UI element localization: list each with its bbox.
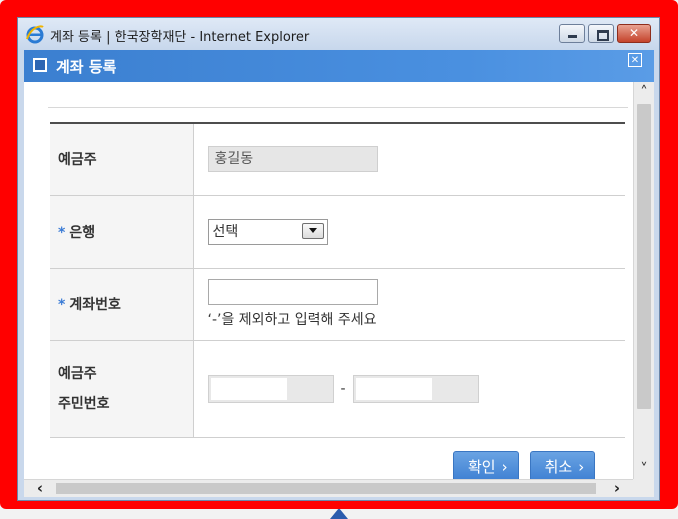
popup-close-icon[interactable]: ✕ (628, 53, 642, 67)
account-number-hint: ‘-’을 제외하고 입력해 주세요 (207, 312, 377, 328)
required-mark: * (58, 224, 66, 241)
chevron-right-icon: › (501, 458, 508, 476)
account-number-label: 계좌번호 (69, 297, 121, 313)
bank-label: 은행 (69, 224, 96, 241)
minimize-button[interactable] (559, 24, 585, 43)
form-row-account-number: * 계좌번호 ‘-’을 제외하고 입력해 주세요 (50, 268, 625, 341)
resident-number-separator: - (340, 380, 346, 397)
divider (48, 107, 628, 108)
scroll-right-icon[interactable]: › (607, 480, 627, 498)
popup-content: 예금주 홍길동 * 은행 선택 * 계좌번호 ‘-’을 제외하고 입력해 주세요… (24, 82, 633, 479)
account-holder-field: 홍길동 (207, 146, 378, 173)
maximize-icon (597, 30, 609, 41)
horizontal-scroll-thumb[interactable] (56, 483, 596, 494)
account-form-table: 예금주 홍길동 * 은행 선택 * 계좌번호 ‘-’을 제외하고 입력해 주세요… (50, 122, 625, 438)
horizontal-scrollbar[interactable]: ‹ › (24, 479, 633, 497)
resident-number-back-input[interactable] (352, 374, 479, 403)
chevron-down-icon[interactable] (301, 222, 324, 239)
form-row-account-holder: 예금주 홍길동 (50, 123, 625, 196)
required-mark: * (58, 297, 66, 313)
vertical-scrollbar[interactable]: ˄ ˅ (633, 82, 654, 479)
cancel-button[interactable]: 취소 › (529, 451, 596, 479)
account-holder-label: 예금주 (50, 123, 194, 196)
window-title: 계좌 등록 | 한국장학재단 - Internet Explorer (50, 30, 310, 45)
resident-number-label-line1: 예금주 (58, 365, 97, 382)
popup-title: 계좌 등록 (56, 58, 117, 76)
ie-popup-window: 계좌 등록 | 한국장학재단 - Internet Explorer ✕ 계좌 … (17, 17, 660, 501)
resident-number-fields: - (207, 374, 625, 403)
minimize-icon (568, 35, 577, 38)
vertical-scroll-thumb[interactable] (637, 104, 651, 409)
form-row-bank: * 은행 선택 (50, 195, 625, 269)
window-controls: ✕ (559, 24, 651, 43)
background-arrow-icon (330, 508, 348, 519)
maximize-button[interactable] (588, 24, 614, 43)
chevron-right-icon: › (578, 458, 585, 476)
close-window-button[interactable]: ✕ (617, 24, 651, 43)
form-row-resident-number: 예금주 주민번호 - (50, 340, 625, 438)
bank-select-value: 선택 (212, 223, 239, 240)
window-titlebar[interactable]: 계좌 등록 | 한국장학재단 - Internet Explorer ✕ (18, 18, 659, 50)
popup-header: 계좌 등록 ✕ (24, 50, 654, 82)
scroll-down-icon[interactable]: ˅ (634, 459, 654, 479)
confirm-button[interactable]: 확인 › (453, 451, 519, 479)
scroll-left-icon[interactable]: ‹ (30, 480, 50, 498)
close-icon: ✕ (628, 26, 640, 40)
window-square-icon (33, 58, 47, 72)
resident-number-front-input[interactable] (207, 374, 334, 403)
scrollbar-corner (633, 479, 654, 497)
scroll-up-icon[interactable]: ˄ (634, 82, 654, 102)
action-buttons: 확인 › 취소 › (453, 451, 596, 479)
bank-select[interactable]: 선택 (207, 218, 328, 245)
internet-explorer-icon (26, 25, 44, 44)
resident-number-label-line2: 주민번호 (58, 395, 110, 412)
account-number-input[interactable] (207, 279, 378, 305)
